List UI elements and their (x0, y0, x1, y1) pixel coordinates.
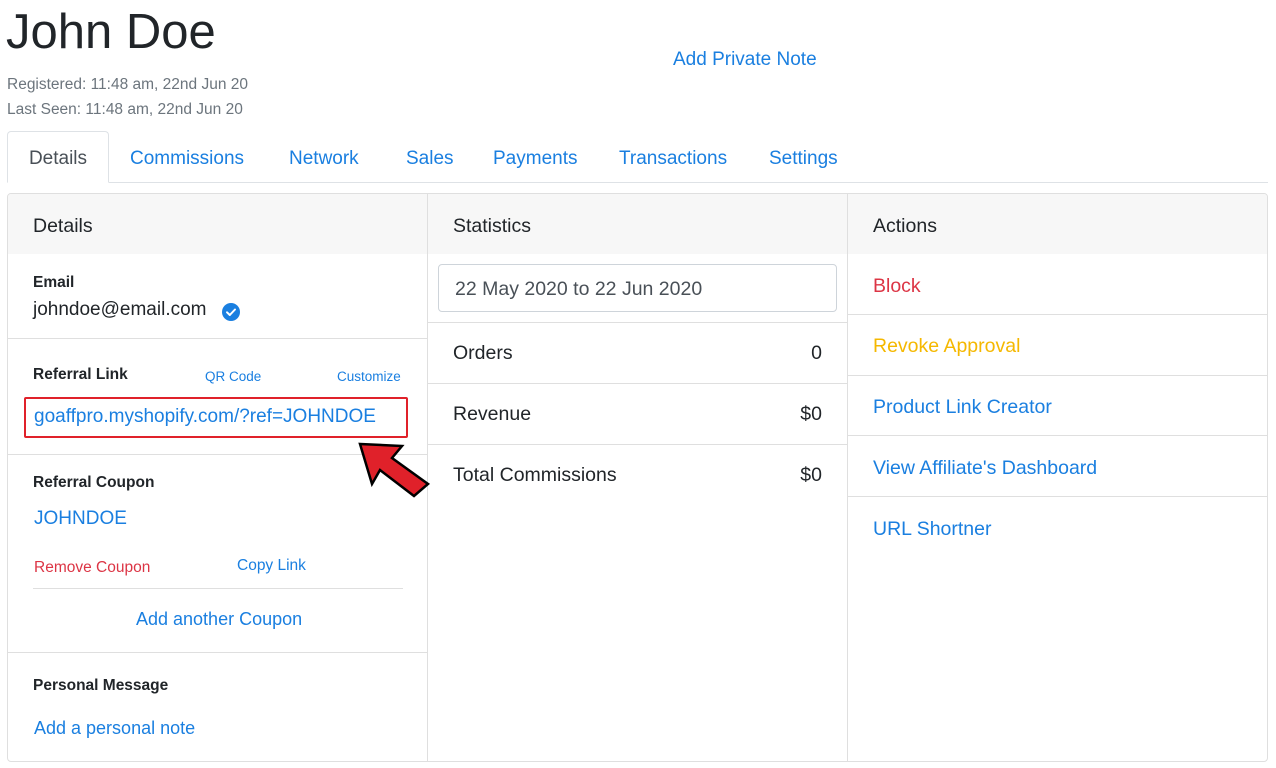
annotation-arrow-icon (358, 442, 431, 498)
stat-row-revenue: Revenue $0 (428, 384, 847, 445)
email-value: johndoe@email.com (33, 299, 207, 320)
tab-transactions[interactable]: Transactions (619, 145, 727, 173)
add-personal-note-link[interactable]: Add a personal note (34, 718, 195, 739)
divider (8, 338, 427, 339)
divider (33, 588, 403, 589)
add-another-coupon-link[interactable]: Add another Coupon (136, 609, 302, 630)
divider (848, 435, 1267, 436)
personal-message-label: Personal Message (33, 677, 169, 694)
details-heading: Details (8, 194, 427, 254)
revoke-approval-action[interactable]: Revoke Approval (873, 335, 1020, 358)
stat-label: Total Commissions (453, 464, 617, 486)
tab-details[interactable]: Details (7, 131, 109, 183)
divider (8, 652, 427, 653)
statistics-heading: Statistics (428, 194, 847, 254)
stat-label: Orders (453, 342, 513, 364)
stat-row-orders: Orders 0 (428, 323, 847, 384)
actions-heading: Actions (848, 194, 1267, 254)
qr-code-link[interactable]: QR Code (205, 369, 261, 384)
stat-value: $0 (800, 464, 822, 486)
stat-row-total-commissions: Total Commissions $0 (428, 445, 847, 506)
actions-column: Actions Block Revoke Approval Product Li… (848, 194, 1267, 761)
tab-sales[interactable]: Sales (406, 145, 454, 173)
coupon-code[interactable]: JOHNDOE (34, 508, 127, 530)
statistics-column: Statistics 22 May 2020 to 22 Jun 2020 Or… (428, 194, 848, 761)
tab-commissions[interactable]: Commissions (130, 145, 244, 173)
copy-link[interactable]: Copy Link (237, 557, 306, 575)
last-seen-date: Last Seen: 11:48 am, 22nd Jun 20 (7, 101, 243, 118)
tab-payments[interactable]: Payments (493, 145, 577, 173)
stat-value: $0 (800, 403, 822, 425)
tab-settings[interactable]: Settings (769, 145, 838, 173)
registered-date: Registered: 11:48 am, 22nd Jun 20 (7, 76, 248, 93)
affiliate-details-card: Details Email johndoe@email.com Referral… (7, 193, 1268, 762)
divider (848, 496, 1267, 497)
stat-value: 0 (811, 342, 822, 364)
tabs-divider (7, 182, 1268, 183)
view-affiliate-dashboard-action[interactable]: View Affiliate's Dashboard (873, 457, 1097, 480)
customize-link[interactable]: Customize (337, 369, 401, 384)
referral-link-label: Referral Link (33, 366, 128, 383)
page-title: John Doe (6, 5, 216, 59)
remove-coupon-link[interactable]: Remove Coupon (34, 559, 150, 577)
referral-coupon-label: Referral Coupon (33, 474, 155, 491)
product-link-creator-action[interactable]: Product Link Creator (873, 396, 1052, 419)
referral-link[interactable]: goaffpro.myshopify.com/?ref=JOHNDOE (34, 406, 376, 428)
email-label: Email (33, 274, 75, 291)
divider (848, 375, 1267, 376)
date-range-picker[interactable]: 22 May 2020 to 22 Jun 2020 (438, 264, 837, 312)
stat-label: Revenue (453, 403, 532, 425)
block-action[interactable]: Block (873, 275, 921, 298)
check-circle-icon (222, 303, 240, 321)
tab-network[interactable]: Network (289, 145, 359, 173)
divider (848, 314, 1267, 315)
url-shortner-action[interactable]: URL Shortner (873, 518, 992, 541)
add-private-note-link[interactable]: Add Private Note (673, 49, 817, 71)
